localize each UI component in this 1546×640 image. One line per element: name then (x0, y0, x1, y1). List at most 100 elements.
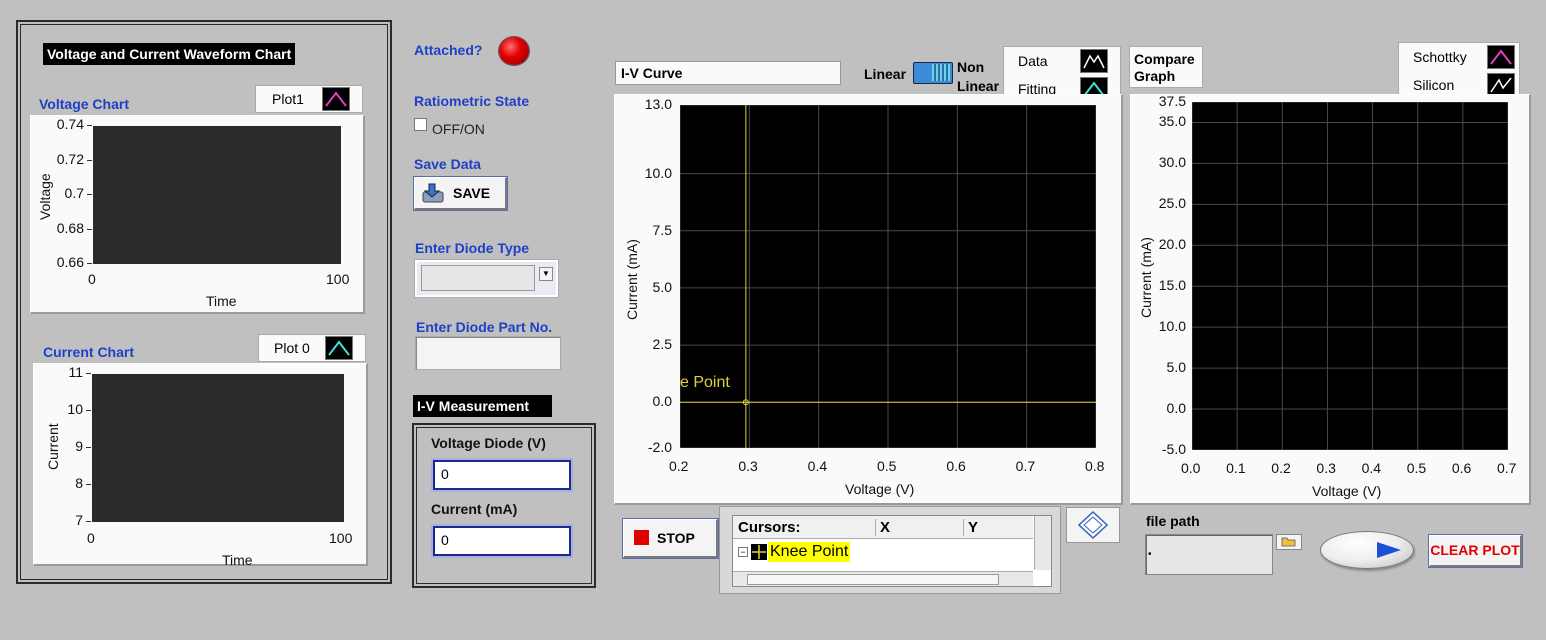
compare-x-tick: 0.6 (1451, 460, 1472, 476)
compare-title-line-2: Graph (1134, 68, 1176, 84)
compare-graph-xlabel: Voltage (V) (1312, 483, 1382, 499)
compare-y-tick: -5.0 (1161, 441, 1186, 457)
compare-graph-plot-area[interactable] (1192, 102, 1508, 450)
open-folder-icon (1281, 537, 1296, 547)
path-indicator-icon: • (1148, 549, 1152, 560)
diode-type-label: Enter Diode Type (415, 240, 530, 256)
collapse-icon[interactable]: − (738, 547, 748, 557)
iv-curve-title: I-V Curve (615, 61, 841, 85)
schottky-line-style-icon[interactable] (1487, 45, 1515, 69)
iv-curve-ylabel: Current (mA) (624, 239, 640, 320)
legend-label-schottky: Schottky (1413, 49, 1467, 65)
compare-x-tick: 0.0 (1181, 460, 1201, 476)
iv-x-tick: 0.5 (877, 458, 897, 474)
compare-x-tick: 0.4 (1361, 460, 1382, 476)
knee-point-row-label: Knee Point (768, 542, 851, 562)
clear-plot-button[interactable]: CLEAR PLOT (1429, 535, 1522, 567)
cursor-table-hscrollbar[interactable] (733, 571, 1033, 586)
voltage-chart-legend[interactable]: Plot1 (255, 85, 363, 113)
cursor-table-vscrollbar[interactable] (1034, 516, 1051, 570)
hscroll-thumb[interactable] (747, 574, 999, 585)
iv-y-tick: 5.0 (652, 278, 672, 295)
compare-y-tick: 10.0 (1158, 318, 1186, 335)
knee-point-cursor-label: e Point (680, 374, 730, 391)
stop-button[interactable]: STOP (623, 519, 718, 558)
current-chart-legend[interactable]: Plot 0 (258, 334, 366, 362)
cursors-col-header: Cursors: (738, 519, 801, 536)
iv-x-tick: 0.4 (807, 458, 828, 474)
iv-curve-plot-area[interactable] (680, 105, 1096, 448)
compare-y-tick: 20.0 (1158, 236, 1186, 253)
part-no-input[interactable] (415, 336, 561, 370)
plot0-line-style-icon[interactable] (325, 336, 353, 360)
compare-y-tick: 0.0 (1166, 400, 1186, 417)
compare-x-tick: 0.5 (1406, 460, 1427, 476)
current-chart (33, 363, 368, 566)
current-chart-xlabel: Time (222, 552, 253, 568)
voltage-chart-y-tick-mark (87, 228, 92, 230)
save-disk-icon (421, 182, 445, 204)
cursor-move-button[interactable] (1066, 507, 1120, 543)
compare-y-tick: 30.0 (1158, 154, 1186, 171)
compare-graph-title: Compare Graph (1129, 46, 1203, 88)
current-chart-ylabel: Current (45, 423, 61, 470)
voltage-diode-label: Voltage Diode (V) (431, 435, 546, 451)
legend-label-plot0: Plot 0 (274, 340, 310, 356)
scale-toggle-knob (932, 64, 950, 81)
compare-graph-legend[interactable]: Schottky Silicon (1398, 42, 1520, 100)
current-chart-y-tick-mark (86, 373, 91, 374)
voltage-chart-y-tick-mark (87, 263, 92, 264)
compare-y-tick: 5.0 (1166, 359, 1186, 376)
save-data-label: Save Data (414, 156, 481, 172)
current-chart-y-tick: 9 (75, 438, 83, 454)
dropdown-arrow-icon[interactable]: ▼ (539, 267, 553, 281)
compare-title-line-1: Compare (1134, 51, 1195, 67)
voltage-chart-y-tick: 0.72 (56, 150, 84, 167)
voltage-chart-y-tick-mark (87, 159, 92, 161)
iv-x-tick: 0.7 (1015, 458, 1036, 474)
file-path-input[interactable]: • (1145, 534, 1273, 575)
run-arrow-icon (1377, 542, 1401, 558)
current-ma-label: Current (mA) (431, 501, 518, 517)
iv-x-tick: 0.2 (669, 458, 689, 474)
voltage-chart (30, 115, 365, 314)
attached-label: Attached? (414, 42, 483, 58)
plot1-line-style-icon[interactable] (322, 87, 350, 111)
cursor-x-col-header: X (875, 519, 890, 536)
save-button[interactable]: SAVE (414, 177, 507, 210)
data-line-style-icon[interactable] (1080, 49, 1108, 73)
compare-x-tick: 0.2 (1271, 460, 1291, 476)
scale-toggle-switch[interactable] (913, 62, 953, 84)
compare-y-tick: 15.0 (1158, 277, 1186, 294)
cursor-move-diamond-icon (1077, 510, 1109, 540)
current-chart-label: Current Chart (43, 344, 135, 360)
voltage-chart-x-tick: 0 (88, 271, 96, 287)
nonlinear-label-line-1: Non (957, 59, 985, 75)
iv-measurement-title: I-V Measurement (413, 395, 552, 417)
compare-x-tick: 0.1 (1226, 460, 1246, 476)
iv-y-tick: 2.5 (652, 336, 672, 353)
scale-toggle-linear-label: Linear (864, 66, 907, 82)
compare-y-tick: 35.0 (1158, 113, 1186, 130)
cursor-crosshair-icon[interactable] (751, 544, 767, 560)
current-chart-x-tick: 100 (329, 530, 353, 546)
iv-y-tick: -2.0 (647, 439, 672, 455)
voltage-diode-field[interactable]: 0 (433, 460, 571, 490)
diode-type-dropdown[interactable]: ▼ (414, 259, 559, 298)
iv-y-tick: 0.0 (652, 393, 672, 410)
run-arrow-button[interactable] (1320, 531, 1414, 569)
cursor-row[interactable]: − Knee Point (733, 541, 1033, 565)
file-path-label: file path (1146, 513, 1200, 529)
voltage-chart-y-tick-mark (87, 125, 92, 126)
ratiometric-checkbox[interactable] (414, 118, 427, 131)
iv-y-tick: 10.0 (644, 164, 672, 181)
part-no-label: Enter Diode Part No. (416, 319, 553, 335)
browse-folder-button[interactable] (1276, 534, 1302, 550)
voltage-chart-xlabel: Time (206, 293, 237, 309)
current-chart-y-tick: 7 (75, 512, 83, 528)
voltage-chart-label: Voltage Chart (39, 96, 129, 112)
voltage-chart-y-tick: 0.68 (56, 219, 84, 236)
current-ma-field[interactable]: 0 (433, 526, 571, 556)
save-button-label: SAVE (453, 185, 491, 201)
compare-x-tick: 0.3 (1316, 460, 1336, 476)
